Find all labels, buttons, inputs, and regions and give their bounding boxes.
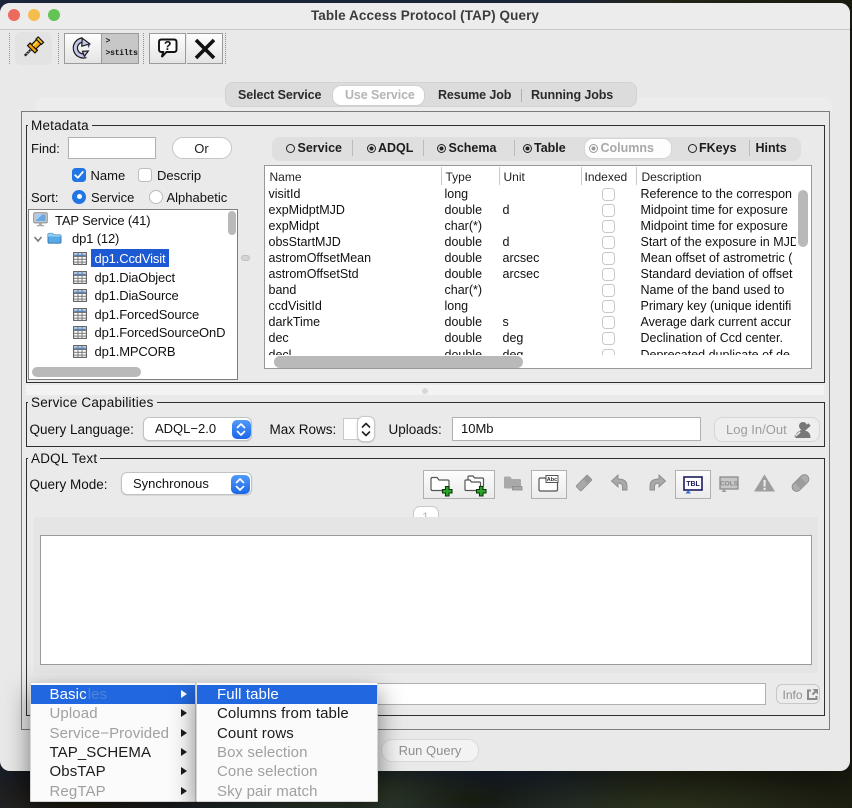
- svg-text:COLS: COLS: [720, 480, 739, 487]
- svg-text:?: ?: [163, 39, 171, 53]
- svg-text:Abc: Abc: [547, 477, 557, 483]
- svg-text:TBL: TBL: [686, 481, 700, 488]
